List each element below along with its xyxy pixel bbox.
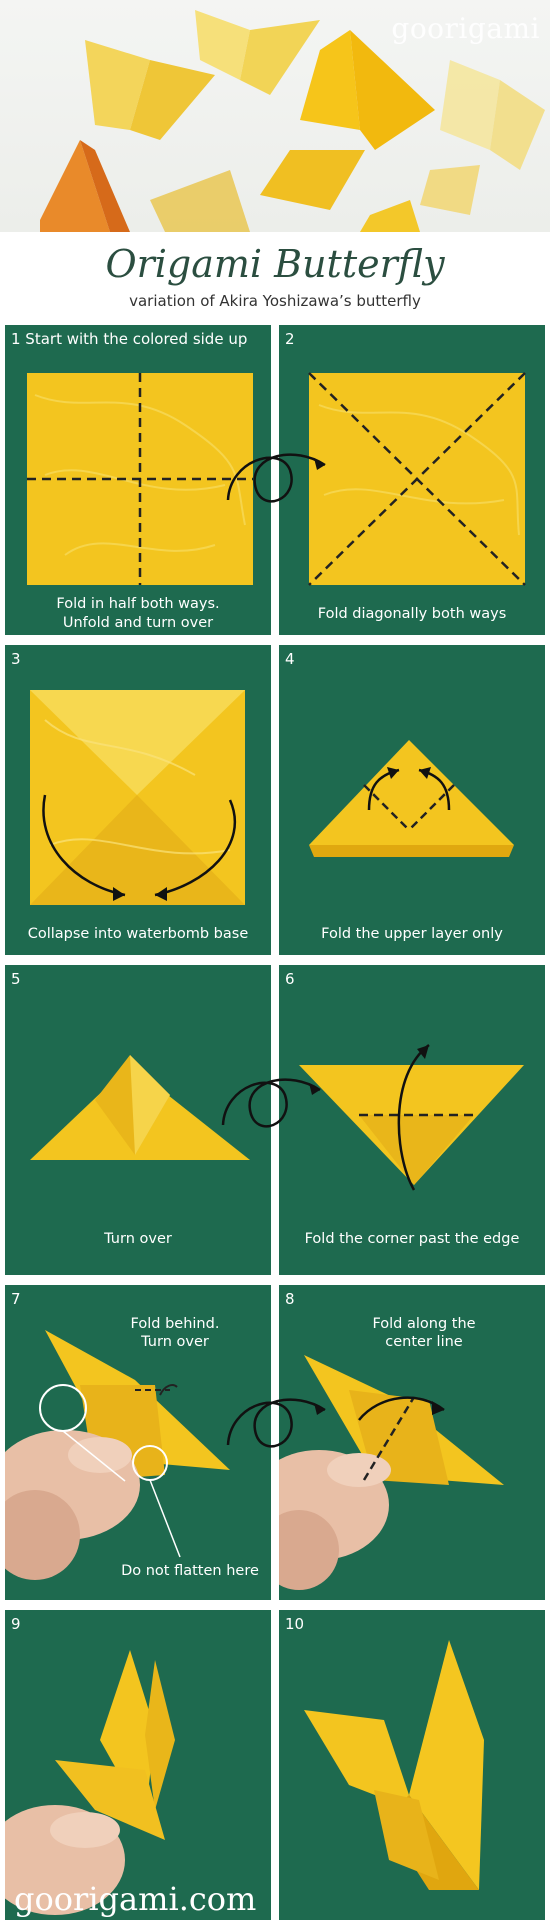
step-3-number: 3 [11, 650, 21, 668]
step-7-note-1-line2: Turn over [141, 1334, 209, 1350]
step-8-note-line1: Fold along the [372, 1316, 476, 1332]
turn-over-arrow-icon-2 [221, 1078, 321, 1128]
step-9-panel: 9 [5, 1610, 271, 1920]
step-8-note-line2: center line [385, 1334, 463, 1350]
step-4-number: 4 [285, 650, 295, 668]
step-10-illustration [304, 1640, 484, 1890]
step-1-caption-line1: Fold in half both ways. [56, 596, 220, 612]
step-4-panel: 4 Fold the upper layer only [279, 645, 545, 955]
step-6-number: 6 [285, 970, 295, 988]
step-4-caption: Fold the upper layer only [321, 926, 503, 942]
footer-brand: goorigami.com [14, 1880, 257, 1918]
step-4-illustration [309, 740, 514, 857]
brand-logo: goorigami [391, 12, 540, 45]
step-5-caption: Turn over [104, 1231, 172, 1247]
step-1-number: 1 Start with the colored side up [11, 330, 248, 348]
step-6-caption: Fold the corner past the edge [304, 1231, 520, 1247]
step-2-caption: Fold diagonally both ways [317, 606, 507, 622]
step-5-number: 5 [11, 970, 21, 988]
step-1-caption-line2: Unfold and turn over [62, 615, 214, 631]
step-8-number: 8 [285, 1290, 295, 1308]
step-7-note-1-line1: Fold behind. [130, 1316, 220, 1332]
step-3-illustration [30, 690, 245, 905]
step-10-panel: 10 [279, 1610, 545, 1920]
step-3-panel: 3 Collapse into waterbomb base [5, 645, 271, 955]
step-7-number: 7 [11, 1290, 21, 1308]
hero-photo: goorigami [0, 0, 550, 232]
title-bar: Origami Butterfly variation of Akira Yos… [0, 232, 550, 322]
step-9-number: 9 [11, 1615, 21, 1633]
step-9-illustration [5, 1650, 175, 1915]
page-title: Origami Butterfly [105, 242, 445, 286]
step-10-number: 10 [285, 1615, 305, 1633]
page-subtitle: variation of Akira Yoshizawa’s butterfly [129, 292, 421, 310]
turn-over-arrow-icon [226, 453, 326, 503]
step-2-number: 2 [285, 330, 295, 348]
turn-over-arrow-icon-3 [226, 1398, 326, 1448]
step-3-caption: Collapse into waterbomb base [27, 926, 249, 942]
step-7-note-2: Do not flatten here [121, 1563, 259, 1579]
